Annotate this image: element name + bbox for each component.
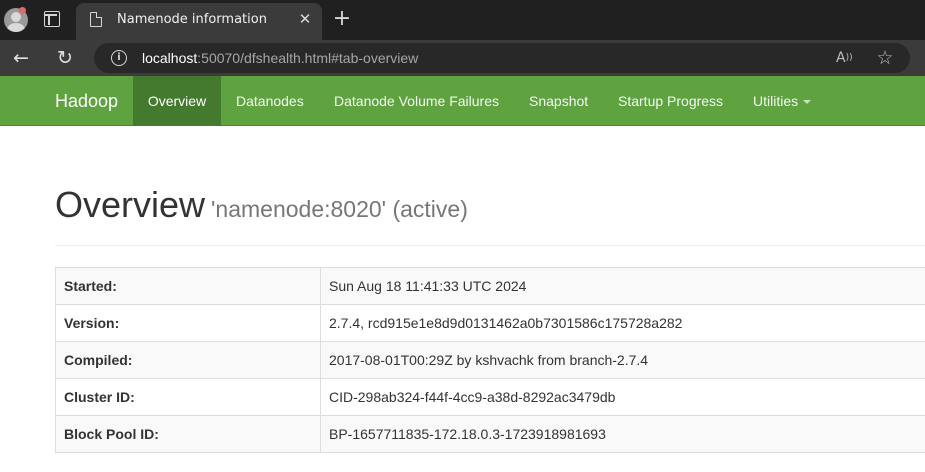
row-label: Started: <box>55 267 321 305</box>
chevron-down-icon <box>803 100 812 105</box>
address-bar[interactable]: i localhost:50070/dfshealth.html#tab-ove… <box>94 43 910 73</box>
tab-actions-icon[interactable] <box>44 11 60 27</box>
nav-label: Startup Progress <box>618 93 724 109</box>
page-icon <box>90 11 103 27</box>
row-value: 2.7.4, rcd915e1e8d9d0131462a0b7301586c17… <box>320 304 925 342</box>
nav-label: Snapshot <box>529 93 589 109</box>
profile-notification-dot <box>19 7 26 14</box>
nav-datanodes[interactable]: Datanodes <box>236 76 304 126</box>
close-icon[interactable]: ✕ <box>296 10 314 28</box>
row-value: Sun Aug 18 11:41:33 UTC 2024 <box>320 267 925 305</box>
url-path: :50070/dfshealth.html#tab-overview <box>197 50 419 66</box>
nav-label: Overview <box>147 93 207 109</box>
nav-utilities-dropdown[interactable]: Utilities <box>753 76 812 126</box>
new-tab-button[interactable]: + <box>332 7 352 31</box>
nav-datanode-volume-failures[interactable]: Datanode Volume Failures <box>334 76 499 126</box>
header-divider <box>55 245 925 246</box>
navbar-brand[interactable]: Hadoop <box>55 91 118 112</box>
row-value: 2017-08-01T00:29Z by kshvachk from branc… <box>320 341 925 379</box>
page-header: Overview'namenode:8020' (active) <box>55 184 468 226</box>
reload-icon[interactable]: ↻ <box>54 47 76 69</box>
table-row: Cluster ID: CID-298ab324-f44f-4cc9-a38d-… <box>55 378 925 416</box>
overview-table: Started: Sun Aug 18 11:41:33 UTC 2024 Ve… <box>55 267 925 453</box>
row-label: Compiled: <box>55 341 321 379</box>
table-row: Started: Sun Aug 18 11:41:33 UTC 2024 <box>55 267 925 305</box>
row-label: Version: <box>55 304 321 342</box>
nav-startup-progress[interactable]: Startup Progress <box>618 76 723 126</box>
table-row: Version: 2.7.4, rcd915e1e8d9d0131462a0b7… <box>55 304 925 342</box>
browser-tab-bar: Namenode information ✕ + <box>0 0 925 40</box>
url-text[interactable]: localhost:50070/dfshealth.html#tab-overv… <box>142 50 418 66</box>
nav-snapshot[interactable]: Snapshot <box>529 76 588 126</box>
read-aloud-icon[interactable]: A)) <box>836 49 856 67</box>
tab-title: Namenode information <box>117 12 267 27</box>
nav-label: Datanodes <box>236 93 304 109</box>
page-subtitle: 'namenode:8020' (active) <box>211 196 468 222</box>
row-value: CID-298ab324-f44f-4cc9-a38d-8292ac3479db <box>320 378 925 416</box>
table-row: Block Pool ID: BP-1657711835-172.18.0.3-… <box>55 415 925 453</box>
row-value: BP-1657711835-172.18.0.3-1723918981693 <box>320 415 925 453</box>
row-label: Cluster ID: <box>55 378 321 416</box>
nav-label: Utilities <box>753 93 799 109</box>
table-row: Compiled: 2017-08-01T00:29Z by kshvachk … <box>55 341 925 379</box>
hadoop-navbar: Hadoop Overview Datanodes Datanode Volum… <box>0 76 925 126</box>
page-title: Overview <box>55 184 206 225</box>
nav-overview[interactable]: Overview <box>133 76 221 126</box>
nav-label: Datanode Volume Failures <box>334 93 499 109</box>
info-icon[interactable]: i <box>111 50 127 66</box>
url-host: localhost <box>142 50 198 66</box>
browser-tab[interactable]: Namenode information ✕ <box>76 3 322 40</box>
browser-toolbar: ← ↻ i localhost:50070/dfshealth.html#tab… <box>0 40 925 76</box>
back-arrow-icon[interactable]: ← <box>10 47 32 69</box>
row-label: Block Pool ID: <box>55 415 321 453</box>
star-icon[interactable]: ☆ <box>874 47 896 69</box>
